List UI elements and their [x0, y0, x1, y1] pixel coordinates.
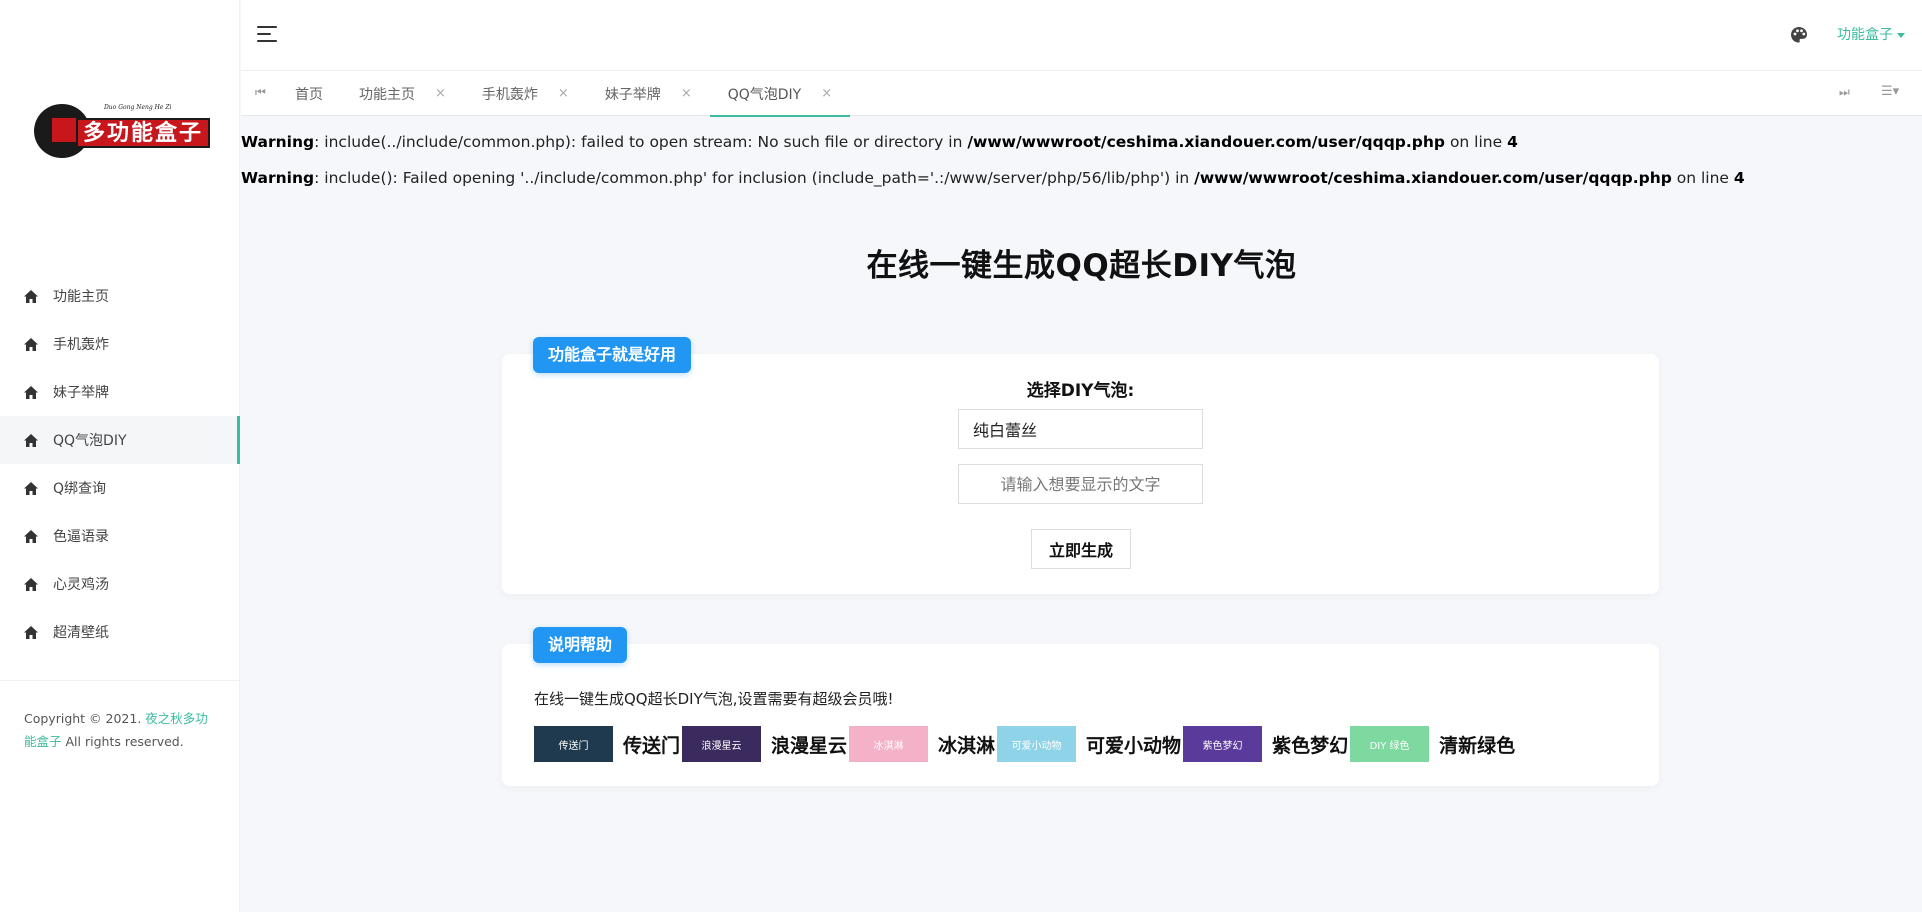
sidebar-item-label: Q绑查询 — [53, 481, 107, 497]
user-menu-label: 功能盒子 — [1837, 27, 1893, 43]
bubble-samples: 传送门 传送门 浪漫星云 浪漫星云 冰淇淋 冰淇淋 可爱小动物 可爱小动物 紫色… — [534, 726, 1517, 762]
home-icon — [24, 289, 38, 303]
bubble-text-input[interactable] — [958, 464, 1203, 504]
sample-fresh-green[interactable]: DIY 绿色 清新绿色 — [1350, 726, 1517, 762]
warning-path: /www/wwwroot/ceshima.xiandouer.com/user/… — [967, 133, 1446, 151]
sidebar-item-label: 手机轰炸 — [53, 337, 109, 353]
sidebar-item-qq-bubble-diy[interactable]: QQ气泡DIY — [0, 416, 240, 464]
sample-portal[interactable]: 传送门 传送门 — [534, 726, 682, 762]
tab-bar: ⏮ 首页 功能主页 × 手机轰炸 × 妹子举牌 × QQ气泡DIY × ⏭ ☰▾ — [241, 70, 1922, 117]
sample-thumbnail: 可爱小动物 — [997, 726, 1077, 762]
sample-nebula[interactable]: 浪漫星云 浪漫星云 — [682, 726, 849, 762]
sample-label: 冰淇淋 — [938, 734, 996, 757]
user-menu[interactable]: 功能盒子 — [1837, 24, 1905, 44]
hamburger-icon[interactable] — [257, 26, 277, 42]
tab-list: 首页 功能主页 × 手机轰炸 × 妹子举牌 × QQ气泡DIY × — [277, 71, 851, 117]
home-icon — [24, 529, 38, 543]
tab-options-menu-icon[interactable]: ☰▾ — [1881, 84, 1899, 99]
warning-line: 4 — [1733, 169, 1745, 187]
sidebar-item-wallpaper[interactable]: 超清壁纸 — [0, 608, 240, 656]
sidebar-item-label: 妹子举牌 — [53, 385, 109, 401]
warning-message: : include(): Failed opening '../include/… — [314, 169, 1195, 187]
sample-label: 可爱小动物 — [1086, 734, 1182, 757]
sidebar-item-phone-bomb[interactable]: 手机轰炸 — [0, 320, 240, 368]
sample-thumbnail: 传送门 — [534, 726, 613, 762]
tab-girl-sign[interactable]: 妹子举牌 × — [587, 71, 710, 116]
close-icon[interactable]: × — [435, 86, 446, 101]
sidebar-nav: 功能主页 手机轰炸 妹子举牌 QQ气泡DIY Q绑查询 色逼语录 心灵鸡汤 超清… — [0, 272, 240, 656]
close-icon[interactable]: × — [681, 86, 692, 101]
sidebar: Duo Gong Neng He Zi 多功能盒子 功能主页 手机轰炸 妹子举牌… — [0, 0, 240, 912]
help-text: 在线一键生成QQ超长DIY气泡,设置需要有超级会员哦! — [534, 690, 894, 708]
tab-phone-bomb[interactable]: 手机轰炸 × — [464, 71, 587, 116]
tab-label: 首页 — [295, 86, 323, 103]
help-panel: 在线一键生成QQ超长DIY气泡,设置需要有超级会员哦! 传送门 传送门 浪漫星云… — [502, 644, 1659, 786]
sample-ice-cream[interactable]: 冰淇淋 冰淇淋 — [849, 726, 997, 762]
top-header: 功能盒子 — [241, 0, 1922, 70]
sidebar-item-label: 功能主页 — [53, 289, 109, 305]
sidebar-item-quotes[interactable]: 色逼语录 — [0, 512, 240, 560]
sidebar-item-chicken-soup[interactable]: 心灵鸡汤 — [0, 560, 240, 608]
tab-function-home[interactable]: 功能主页 × — [341, 71, 464, 116]
tab-label: QQ气泡DIY — [727, 86, 802, 103]
warning-message: : include(../include/common.php): failed… — [314, 133, 968, 151]
tab-label: 手机轰炸 — [481, 86, 538, 103]
generator-panel: 选择DIY气泡: 立即生成 — [502, 354, 1659, 594]
php-warning: Warning: include(): Failed opening '../i… — [241, 169, 1745, 187]
page-title: 在线一键生成QQ超长DIY气泡 — [866, 248, 1297, 284]
tab-scroll-right-icon[interactable]: ⏭ — [1839, 85, 1850, 100]
home-icon — [24, 577, 38, 591]
php-warning: Warning: include(../include/common.php):… — [241, 133, 1518, 151]
tab-label: 妹子举牌 — [604, 86, 661, 103]
warning-label: Warning — [241, 133, 315, 151]
select-label: 选择DIY气泡: — [1026, 381, 1135, 401]
logo-subtext: Duo Gong Neng He Zi — [104, 104, 172, 111]
home-icon — [24, 337, 38, 351]
close-icon[interactable]: × — [821, 86, 832, 101]
home-icon — [24, 481, 38, 495]
sample-label: 清新绿色 — [1439, 734, 1516, 757]
close-icon[interactable]: × — [558, 86, 569, 101]
sidebar-item-label: QQ气泡DIY — [53, 433, 127, 449]
palette-icon[interactable] — [1790, 26, 1808, 44]
home-icon — [24, 385, 38, 399]
logo-text: 多功能盒子 — [76, 118, 210, 148]
sample-cute-animals[interactable]: 可爱小动物 可爱小动物 — [997, 726, 1183, 762]
sample-thumbnail: DIY 绿色 — [1350, 726, 1430, 762]
sidebar-item-label: 色逼语录 — [53, 529, 109, 545]
sample-label: 紫色梦幻 — [1272, 734, 1349, 757]
sidebar-item-label: 超清壁纸 — [53, 625, 109, 641]
panel-badge: 功能盒子就是好用 — [533, 337, 692, 373]
tab-label: 功能主页 — [359, 86, 415, 103]
warning-label: Warning — [241, 169, 315, 187]
home-icon — [24, 433, 38, 447]
sidebar-item-girl-sign[interactable]: 妹子举牌 — [0, 368, 240, 416]
sample-thumbnail: 紫色梦幻 — [1183, 726, 1263, 762]
tab-home[interactable]: 首页 — [277, 71, 341, 116]
panel-badge: 说明帮助 — [533, 627, 628, 663]
warning-path: /www/wwwroot/ceshima.xiandouer.com/user/… — [1194, 169, 1672, 187]
home-icon — [24, 625, 38, 639]
sample-label: 浪漫星云 — [771, 734, 848, 757]
caret-down-icon — [1897, 32, 1905, 38]
bubble-style-select[interactable] — [958, 409, 1203, 449]
rights-text: All rights reserved. — [65, 734, 184, 749]
warning-on-line: on line — [1671, 169, 1734, 187]
tab-qq-bubble-diy[interactable]: QQ气泡DIY × — [709, 71, 851, 117]
warning-on-line: on line — [1445, 133, 1508, 151]
sample-purple-dream[interactable]: 紫色梦幻 紫色梦幻 — [1183, 726, 1350, 762]
sample-label: 传送门 — [623, 734, 681, 757]
sidebar-footer: Copyright © 2021. 夜之秋多功能盒子 All rights re… — [0, 680, 240, 753]
tab-scroll-left-icon[interactable]: ⏮ — [255, 85, 266, 100]
sidebar-item-q-bind-lookup[interactable]: Q绑查询 — [0, 464, 240, 512]
sidebar-item-label: 心灵鸡汤 — [53, 577, 109, 593]
sample-thumbnail: 冰淇淋 — [849, 726, 929, 762]
copyright-text: Copyright © 2021. — [24, 711, 142, 726]
generate-button[interactable]: 立即生成 — [1031, 529, 1131, 569]
sidebar-item-function-home[interactable]: 功能主页 — [0, 272, 240, 320]
logo[interactable]: Duo Gong Neng He Zi 多功能盒子 — [34, 100, 210, 158]
sample-thumbnail: 浪漫星云 — [682, 726, 762, 762]
warning-line: 4 — [1507, 133, 1518, 151]
